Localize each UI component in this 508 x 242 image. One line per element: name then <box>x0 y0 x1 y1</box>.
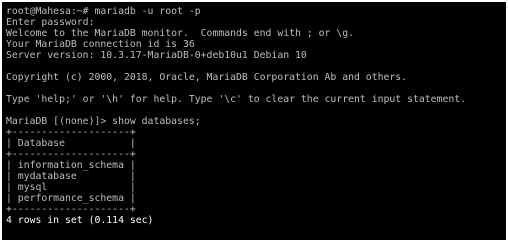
terminal-window[interactable]: root@Mahesa:~# mariadb -u root -p Enter … <box>2 2 506 240</box>
connection-id-message: Your MariaDB connection id is 36 <box>6 39 195 50</box>
result-table-header: | Database | <box>6 138 136 149</box>
shell-prompt-line: root@Mahesa:~# mariadb -u root -p <box>6 6 201 17</box>
result-table-border-mid: +--------------------+ <box>6 149 136 160</box>
server-version-message: Server version: 10.3.17-MariaDB-0+deb10u… <box>6 50 307 61</box>
password-prompt: Enter password: <box>6 17 95 28</box>
welcome-message: Welcome to the MariaDB monitor. Commands… <box>6 28 354 39</box>
result-summary: 4 rows in set (0.114 sec) <box>6 215 154 226</box>
result-table-border-top: +--------------------+ <box>6 127 136 138</box>
copyright-message: Copyright (c) 2000, 2018, Oracle, MariaD… <box>6 72 408 83</box>
mariadb-command-line: MariaDB [(none)]> show databases; <box>6 116 201 127</box>
result-table-border-bottom: +--------------------+ <box>6 204 136 215</box>
help-hint-message: Type 'help;' or '\h' for help. Type '\c'… <box>6 94 467 105</box>
result-table-row: | information_schema | <box>6 160 136 171</box>
result-table-row: | mysql | <box>6 182 136 193</box>
result-table-row: | performance_schema | <box>6 193 136 204</box>
result-table-row: | mydatabase | <box>6 171 136 182</box>
